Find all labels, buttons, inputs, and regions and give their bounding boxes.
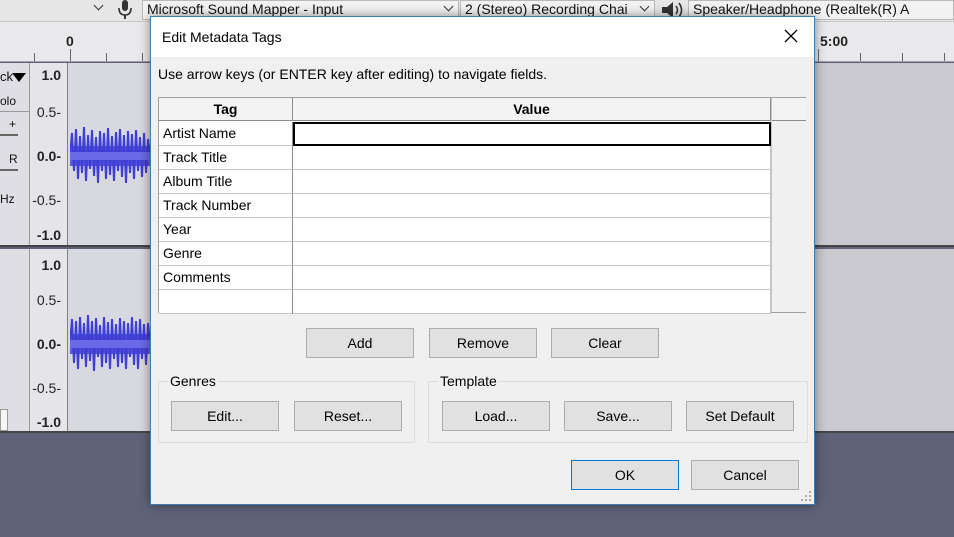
scale-label: 1.0 — [41, 67, 61, 83]
pan-slider-track[interactable] — [0, 169, 18, 171]
tag-cell[interactable] — [159, 290, 293, 314]
microphone-icon — [118, 0, 132, 19]
solo-button[interactable]: olo — [0, 94, 16, 108]
scale-label: 0.5- — [36, 292, 61, 308]
value-cell[interactable] — [293, 122, 771, 146]
gain-slider-track[interactable] — [0, 134, 18, 136]
table-row[interactable]: Comments — [159, 266, 771, 290]
template-group-label: Template — [438, 373, 499, 389]
cancel-button[interactable]: Cancel — [691, 460, 799, 490]
track-control-panel: ck olo + R Hz — [0, 63, 30, 245]
sample-rate-label: Hz — [0, 192, 15, 206]
chevron-down-icon[interactable] — [93, 0, 104, 11]
clear-button[interactable]: Clear — [551, 328, 659, 358]
genres-group-label: Genres — [168, 373, 218, 389]
scale-label: 1.0 — [41, 257, 61, 273]
table-row[interactable]: Year — [159, 218, 771, 242]
tag-cell[interactable]: Track Number — [159, 194, 293, 218]
remove-button[interactable]: Remove — [429, 328, 537, 358]
table-row[interactable] — [159, 290, 771, 314]
chevron-down-icon — [443, 1, 454, 12]
dialog-titlebar[interactable]: Edit Metadata Tags — [151, 17, 814, 57]
tag-cell[interactable]: Album Title — [159, 170, 293, 194]
waveform — [70, 314, 150, 372]
value-cell[interactable] — [293, 170, 771, 194]
scale-label: 0.0- — [36, 148, 61, 164]
value-cell[interactable] — [293, 194, 771, 218]
close-button[interactable] — [768, 17, 814, 55]
scale-label: -0.5- — [32, 192, 61, 208]
ruler-label-start: 0 — [66, 33, 74, 49]
add-button[interactable]: Add — [306, 328, 414, 358]
column-header-tag[interactable]: Tag — [159, 98, 293, 121]
amplitude-scale: 1.0 0.5- 0.0- -0.5- -1.0 — [30, 249, 68, 431]
scale-label: 0.5- — [36, 104, 61, 120]
gain-slider[interactable]: + — [9, 117, 16, 131]
tag-cell[interactable]: Year — [159, 218, 293, 242]
table-row[interactable]: Album Title — [159, 170, 771, 194]
grid-header: Tag Value — [159, 98, 771, 121]
value-cell[interactable] — [293, 266, 771, 290]
tag-cell[interactable]: Track Title — [159, 146, 293, 170]
metadata-grid[interactable]: Tag Value Artist Name Track Title Album … — [158, 97, 806, 314]
value-cell[interactable] — [293, 218, 771, 242]
dropdown-arrow-icon[interactable] — [12, 73, 26, 83]
value-cell[interactable] — [293, 146, 771, 170]
grid-header-filler — [772, 98, 806, 121]
save-template-button[interactable]: Save... — [564, 401, 672, 431]
ruler-label-5min: 5:00 — [820, 33, 849, 49]
resize-grip-icon[interactable] — [800, 490, 812, 502]
tag-cell[interactable]: Genre — [159, 242, 293, 266]
load-template-button[interactable]: Load... — [442, 401, 550, 431]
ruler-tick — [902, 53, 903, 61]
close-icon — [784, 29, 798, 43]
select-button[interactable] — [0, 409, 8, 431]
table-row[interactable]: Track Number — [159, 194, 771, 218]
amplitude-scale: 1.0 0.5- 0.0- -0.5- -1.0 — [30, 63, 68, 245]
scale-label: -0.5- — [32, 380, 61, 396]
grid-empty-area — [771, 98, 806, 312]
scale-label: -1.0 — [36, 414, 61, 430]
chevron-down-icon — [639, 1, 650, 12]
value-cell[interactable] — [293, 242, 771, 266]
ruler-tick — [142, 53, 143, 61]
navigation-hint: Use arrow keys (or ENTER key after editi… — [158, 66, 548, 82]
dialog-title: Edit Metadata Tags — [162, 29, 282, 45]
ruler-tick — [106, 53, 107, 61]
table-row[interactable]: Genre — [159, 242, 771, 266]
table-row[interactable]: Artist Name — [159, 122, 771, 146]
edit-metadata-dialog: Edit Metadata Tags Use arrow keys (or EN… — [150, 16, 815, 505]
track-control-panel — [0, 249, 30, 431]
ruler-tick — [860, 53, 861, 61]
divider — [0, 111, 30, 112]
reset-genres-button[interactable]: Reset... — [294, 401, 402, 431]
value-cell[interactable] — [293, 290, 771, 314]
table-row[interactable]: Track Title — [159, 146, 771, 170]
ruler-tick — [818, 49, 819, 61]
ok-button[interactable]: OK — [571, 460, 679, 490]
scale-label: -1.0 — [36, 227, 61, 243]
column-header-value[interactable]: Value — [293, 98, 771, 121]
tag-cell[interactable]: Artist Name — [159, 122, 293, 146]
edit-genres-button[interactable]: Edit... — [171, 401, 279, 431]
ruler-tick — [34, 53, 35, 61]
waveform — [70, 126, 150, 184]
tag-cell[interactable]: Comments — [159, 266, 293, 290]
ruler-tick — [70, 49, 71, 61]
set-default-template-button[interactable]: Set Default — [686, 401, 794, 431]
ruler-tick — [944, 53, 945, 61]
pan-slider[interactable]: R — [9, 152, 18, 166]
scale-label: 0.0- — [36, 336, 61, 352]
